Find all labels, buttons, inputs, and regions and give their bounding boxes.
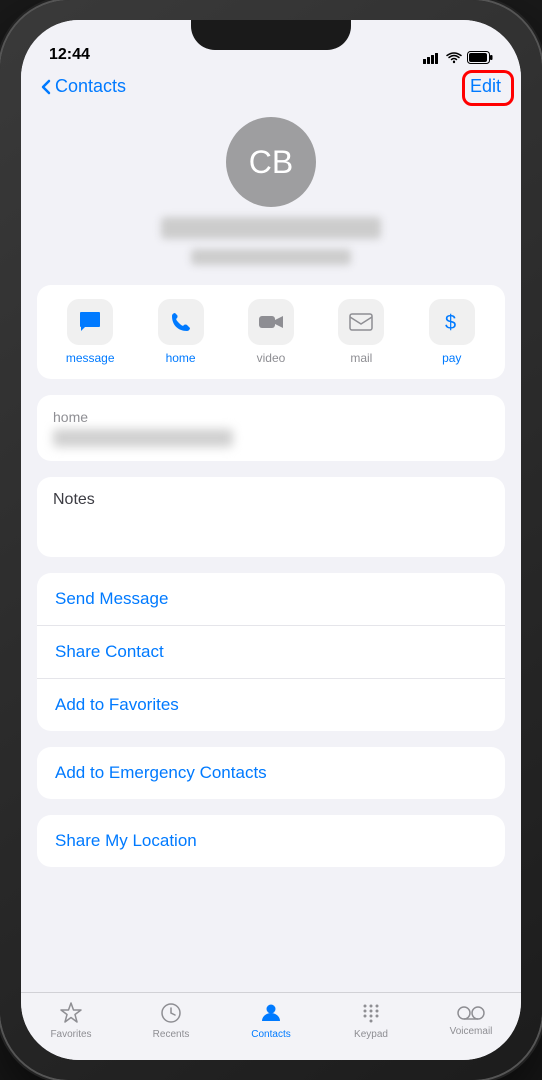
action-btn-message[interactable]: message (55, 299, 125, 365)
notes-card: Notes (37, 477, 505, 557)
share-contact-item[interactable]: Share Contact (37, 626, 505, 679)
add-favorites-item[interactable]: Add to Favorites (37, 679, 505, 731)
tab-recents-label: Recents (153, 1029, 190, 1040)
contact-header: CB (21, 107, 521, 285)
mail-icon (349, 313, 373, 331)
action-btn-mail[interactable]: mail (326, 299, 396, 365)
video-icon (258, 313, 284, 331)
pay-icon: $ (441, 310, 463, 334)
wifi-icon (446, 52, 462, 64)
phone-frame: 12:44 (0, 0, 542, 1080)
tab-keypad[interactable]: Keypad (336, 1001, 406, 1040)
scroll-area: CB message (21, 107, 521, 992)
add-emergency-item[interactable]: Add to Emergency Contacts (37, 747, 505, 799)
edit-button[interactable]: Edit (470, 76, 501, 96)
mail-icon-container (338, 299, 384, 345)
action-btn-home[interactable]: home (146, 299, 216, 365)
battery-icon (467, 51, 493, 64)
pay-label: pay (442, 351, 461, 365)
action-list-3: Share My Location (37, 815, 505, 867)
status-icons (423, 51, 493, 64)
status-time: 12:44 (49, 46, 90, 64)
avatar: CB (226, 117, 316, 207)
action-list-2: Add to Emergency Contacts (37, 747, 505, 799)
tab-favorites-label: Favorites (50, 1029, 91, 1040)
avatar-initials: CB (249, 144, 293, 181)
home-phone-card: home (37, 395, 505, 461)
mail-label: mail (350, 351, 372, 365)
share-location-item[interactable]: Share My Location (37, 815, 505, 867)
action-buttons-row: message home (37, 285, 505, 379)
clock-icon (159, 1001, 183, 1025)
action-btn-video[interactable]: video (236, 299, 306, 365)
message-icon-container (67, 299, 113, 345)
home-phone-label: home (53, 409, 489, 425)
back-label: Contacts (55, 76, 126, 97)
person-icon (259, 1001, 283, 1025)
pay-icon-container: $ (429, 299, 475, 345)
tab-recents[interactable]: Recents (136, 1001, 206, 1040)
phone-icon-container (158, 299, 204, 345)
back-button[interactable]: Contacts (41, 76, 126, 97)
message-label: message (66, 351, 115, 365)
contact-sub-blurred (191, 249, 351, 265)
tab-bar: Favorites Recents Contacts (21, 992, 521, 1060)
tab-favorites[interactable]: Favorites (36, 1001, 106, 1040)
voicemail-icon (457, 1004, 485, 1022)
keypad-icon (359, 1001, 383, 1025)
tab-contacts[interactable]: Contacts (236, 1001, 306, 1040)
star-icon (59, 1001, 83, 1025)
send-message-item[interactable]: Send Message (37, 573, 505, 626)
chevron-left-icon (41, 79, 51, 95)
notch (191, 20, 351, 50)
nav-bar: Contacts Edit (21, 70, 521, 107)
edit-button-container: Edit (470, 76, 501, 97)
phone-screen: 12:44 (21, 20, 521, 1060)
home-label: home (166, 351, 196, 365)
home-phone-value-blurred (53, 429, 233, 447)
action-list-1: Send Message Share Contact Add to Favori… (37, 573, 505, 731)
video-label: video (257, 351, 286, 365)
tab-contacts-label: Contacts (251, 1029, 290, 1040)
action-btn-pay[interactable]: $ pay (417, 299, 487, 365)
message-icon (78, 311, 102, 333)
svg-text:$: $ (445, 312, 456, 334)
notes-label: Notes (53, 491, 489, 509)
tab-keypad-label: Keypad (354, 1029, 388, 1040)
video-icon-container (248, 299, 294, 345)
signal-icon (423, 52, 441, 64)
tab-voicemail[interactable]: Voicemail (436, 1004, 506, 1037)
contact-name-blurred (161, 217, 381, 239)
phone-icon (170, 311, 192, 333)
tab-voicemail-label: Voicemail (450, 1026, 493, 1037)
